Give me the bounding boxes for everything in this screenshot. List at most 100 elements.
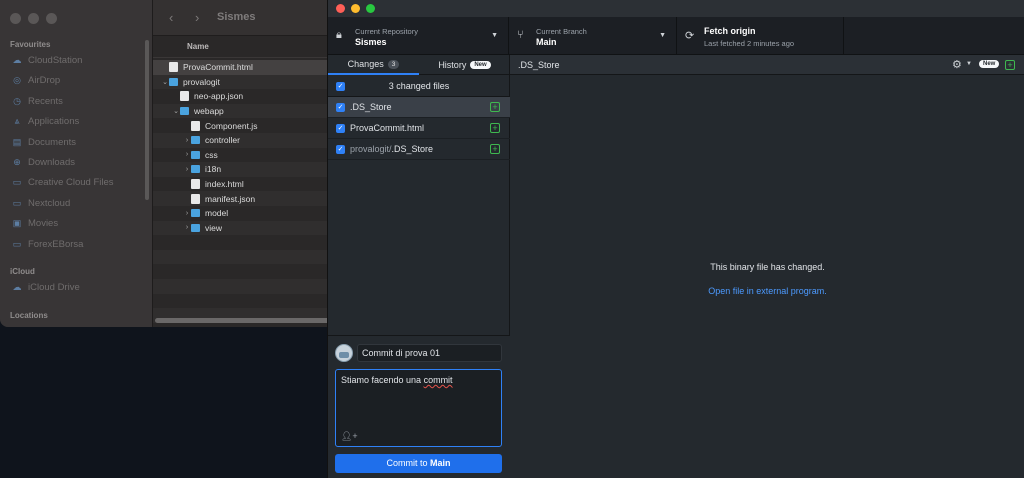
folder-icon (191, 223, 200, 232)
file-row[interactable]: neo-app.json (153, 89, 340, 104)
finder-sidebar: Favourites ☁ CloudStation ◎ AirDrop ◷ Recents… (0, 0, 153, 327)
file-checkbox[interactable]: ✓ (336, 145, 345, 154)
tab-history[interactable]: History New (419, 55, 510, 75)
file-checkbox[interactable]: ✓ (336, 103, 345, 112)
github-desktop-window: 🔒︎ Current Repository Sismes ▼ ⑂ Current… (327, 0, 1024, 478)
sidebar-item-movies[interactable]: ▣ Movies (12, 218, 58, 229)
diff-panel: .DS_Store ⚙ ▼ New + This binary file has… (510, 55, 1024, 478)
minimize-icon[interactable] (351, 4, 360, 13)
sidebar-item-forexeborsa[interactable]: ▭ ForexEBorsa (12, 239, 84, 250)
file-icon (180, 91, 189, 102)
folder-icon (191, 150, 200, 159)
file-row[interactable]: ⌄ webapp (153, 103, 340, 119)
applications-icon: ⩓ (14, 116, 20, 127)
lock-icon: 🔒︎ (336, 29, 342, 41)
folder-icon: ▭ (12, 197, 22, 208)
folder-icon (191, 136, 200, 145)
file-row[interactable]: › view (153, 220, 340, 236)
disclosure-icon[interactable]: › (183, 210, 191, 217)
file-checkbox[interactable]: ✓ (336, 124, 345, 133)
commit-summary-input[interactable]: Commit di prova 01 (357, 344, 502, 362)
misspelled-word: commit (423, 375, 453, 385)
current-repository-button[interactable]: 🔒︎ Current Repository Sismes ▼ (328, 17, 509, 55)
disclosure-icon[interactable]: ⌄ (172, 107, 180, 115)
forward-icon[interactable]: › (195, 10, 199, 25)
disclosure-icon[interactable]: ⌄ (161, 78, 169, 86)
empty-row (153, 235, 340, 250)
finder-horizontal-scrollbar[interactable] (155, 318, 335, 323)
finder-window: Favourites ☁ CloudStation ◎ AirDrop ◷ Recents… (0, 0, 340, 327)
added-file-icon: + (490, 144, 500, 154)
gh-toolbar: 🔒︎ Current Repository Sismes ▼ ⑂ Current… (328, 17, 1024, 55)
movies-icon: ▣ (12, 218, 22, 229)
finder-toolbar: ‹ › Sismes (153, 0, 340, 36)
tab-changes[interactable]: Changes 3 (328, 55, 419, 75)
file-row[interactable]: ProvaCommit.html (153, 60, 340, 75)
close-icon[interactable] (336, 4, 345, 13)
sidebar-item-applications[interactable]: ⩓ Applications (12, 116, 79, 127)
empty-row (153, 279, 340, 294)
tab-bar: Changes 3 History New (328, 55, 510, 75)
zoom-icon[interactable] (46, 13, 57, 24)
added-file-icon: + (490, 123, 500, 133)
open-external-link[interactable]: Open file in external program. (510, 286, 1024, 296)
file-icon (191, 193, 200, 204)
new-badge: New (470, 61, 491, 69)
changed-file-name: ProvaCommit.html (350, 123, 425, 133)
sidebar-section-favourites: Favourites (10, 40, 51, 49)
file-row[interactable]: ⌄ provalogit (153, 74, 340, 90)
commit-description-input[interactable]: Stiamo facendo una commit 👤︎+ (335, 369, 502, 447)
changed-file-row[interactable]: ✓ ProvaCommit.html + (328, 118, 510, 139)
sidebar-item-nextcloud[interactable]: ▭ Nextcloud (12, 197, 71, 209)
zoom-icon[interactable] (366, 4, 375, 13)
sidebar-item-cloudstation[interactable]: ☁ CloudStation (12, 55, 83, 66)
commit-button[interactable]: Commit to Main (335, 454, 502, 473)
gear-icon[interactable]: ⚙ (952, 58, 962, 71)
sidebar-item-recents[interactable]: ◷ Recents (12, 96, 63, 107)
add-coauthor-icon[interactable]: 👤︎+ (341, 431, 358, 442)
file-icon (169, 62, 178, 73)
changed-files-header: ✓ 3 changed files (328, 76, 510, 97)
file-icon (191, 179, 200, 190)
file-row[interactable]: › controller (153, 133, 340, 148)
caret-down-icon[interactable]: ▼ (966, 61, 972, 67)
file-row[interactable]: Component.js (153, 118, 340, 133)
changed-file-row[interactable]: ✓ .DS_Store + (328, 97, 510, 118)
folder-icon (191, 209, 200, 218)
file-row[interactable]: › model (153, 206, 340, 221)
minimize-icon[interactable] (28, 13, 39, 24)
sidebar-item-downloads[interactable]: ⊕ Downloads (12, 157, 75, 168)
file-icon (191, 120, 200, 131)
sidebar-item-creative-cloud-files[interactable]: ▭ Creative Cloud Files (12, 177, 114, 188)
current-branch-button[interactable]: ⑂ Current Branch Main ▼ (509, 17, 677, 55)
file-row[interactable]: › i18n (153, 162, 340, 177)
file-row[interactable]: › css (153, 148, 340, 163)
expand-icon[interactable]: + (1005, 60, 1015, 70)
close-icon[interactable] (10, 13, 21, 24)
sidebar-item-icloud-drive[interactable]: ☁ iCloud Drive (12, 282, 80, 293)
disclosure-icon[interactable]: › (183, 166, 191, 173)
sync-icon: ⟳ (685, 30, 695, 42)
gh-traffic-lights (336, 4, 375, 13)
changed-files-count: 3 changed files (388, 81, 450, 91)
fetch-origin-button[interactable]: ⟳ Fetch origin Last fetched 2 minutes ag… (677, 17, 844, 55)
changed-file-row[interactable]: ✓ provalogit/.DS_Store + (328, 139, 510, 160)
folder-icon (169, 77, 178, 86)
sidebar-scrollbar[interactable] (145, 40, 149, 200)
cloud-icon: ☁ (12, 282, 22, 292)
disclosure-icon[interactable]: › (183, 224, 191, 231)
caret-down-icon: ▼ (659, 32, 666, 39)
column-header-name[interactable]: Name (153, 36, 340, 58)
fetch-origin-label: Fetch origin (704, 26, 756, 36)
folder-icon (191, 165, 200, 174)
finder-main: ‹ › Sismes Name ProvaCommit.html ⌄ provalo… (153, 0, 340, 327)
sidebar-section-locations: Locations (10, 311, 48, 320)
sidebar-item-documents[interactable]: ▤ Documents (12, 137, 76, 148)
disclosure-icon[interactable]: › (183, 151, 191, 158)
file-row[interactable]: index.html (153, 177, 340, 192)
file-row[interactable]: manifest.json (153, 191, 340, 206)
caret-down-icon: ▼ (491, 32, 498, 39)
back-icon[interactable]: ‹ (169, 10, 173, 25)
sidebar-item-airdrop[interactable]: ◎ AirDrop (12, 75, 60, 86)
disclosure-icon[interactable]: › (183, 137, 191, 144)
